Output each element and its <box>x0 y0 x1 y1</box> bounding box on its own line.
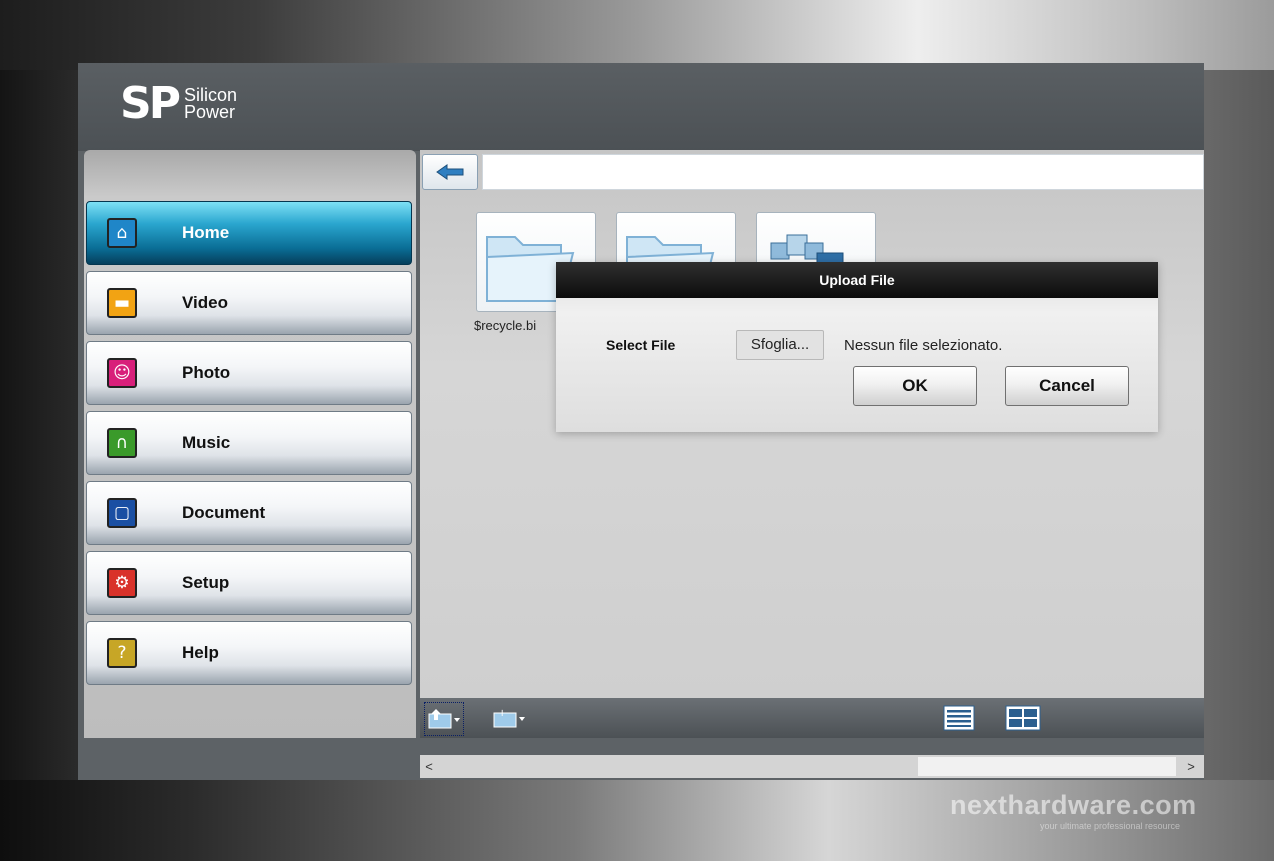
no-file-text: Nessun file selezionato. <box>844 337 1003 354</box>
photo-icon: ☺ <box>107 358 137 388</box>
scroll-right-arrow[interactable]: > <box>1182 757 1200 776</box>
upload-folder-icon <box>428 709 460 729</box>
help-icon: ? <box>107 638 137 668</box>
sidebar-item-label: Photo <box>182 363 231 382</box>
back-arrow-icon <box>436 164 464 180</box>
new-folder-button[interactable]: + <box>490 702 528 734</box>
sidebar-item-setup[interactable]: ⚙ Setup <box>86 551 412 615</box>
path-bar[interactable] <box>482 154 1204 190</box>
logo-mark: SP <box>120 78 181 129</box>
list-view-button[interactable] <box>940 702 978 734</box>
svg-text:+: + <box>498 708 506 719</box>
grid-view-button[interactable] <box>1004 702 1042 734</box>
bottom-toolbar <box>420 698 1204 738</box>
sidebar-item-label: Document <box>182 503 266 522</box>
scrollbar-thumb[interactable] <box>918 757 1176 776</box>
sidebar-item-document[interactable]: ▢ Document <box>86 481 412 545</box>
sidebar-item-help[interactable]: ? Help <box>86 621 412 685</box>
sidebar-item-label: Help <box>182 643 219 662</box>
sidebar-item-music[interactable]: ∩ Music <box>86 411 412 475</box>
browse-button[interactable]: Sfoglia... <box>736 330 824 360</box>
sidebar-item-home[interactable]: ⌂ Home <box>86 201 412 265</box>
upload-folder-button[interactable] <box>424 702 464 736</box>
logo-line-2: Power <box>183 102 235 122</box>
sidebar-item-label: Setup <box>182 573 230 592</box>
dialog-title: Upload File <box>556 262 1158 298</box>
watermark-tagline: your ultimate professional resource <box>1040 821 1181 831</box>
cancel-button[interactable]: Cancel <box>1005 366 1129 406</box>
new-folder-icon: + <box>493 708 525 728</box>
setup-icon: ⚙ <box>107 568 137 598</box>
back-button[interactable] <box>422 154 478 190</box>
watermark-text: nexthardware.com <box>950 790 1197 820</box>
background-top <box>0 0 1274 70</box>
sidebar-item-label: Video <box>182 293 228 312</box>
app-header <box>78 63 1204 151</box>
file-label: $recycle.bi <box>474 318 537 333</box>
music-icon: ∩ <box>107 428 137 458</box>
sidebar-item-label: Music <box>182 433 231 452</box>
select-file-label: Select File <box>606 337 676 353</box>
scroll-left-arrow[interactable]: < <box>420 757 438 776</box>
upload-dialog: Upload File Select File Sfoglia... Nessu… <box>556 262 1158 432</box>
list-view-icon <box>943 705 975 731</box>
sidebar-item-photo[interactable]: ☺ Photo <box>86 341 412 405</box>
silicon-power-logo: SP Silicon Power <box>120 82 237 126</box>
logo-text: Silicon Power <box>183 86 237 122</box>
document-icon: ▢ <box>107 498 137 528</box>
watermark: nexthardware.com your ultimate professio… <box>950 790 1197 831</box>
grid-view-icon <box>1005 705 1041 731</box>
sidebar-item-video[interactable]: ▬ Video <box>86 271 412 335</box>
home-icon: ⌂ <box>107 218 137 248</box>
ok-button[interactable]: OK <box>853 366 977 406</box>
sidebar-item-label: Home <box>182 223 230 242</box>
video-icon: ▬ <box>107 288 137 318</box>
